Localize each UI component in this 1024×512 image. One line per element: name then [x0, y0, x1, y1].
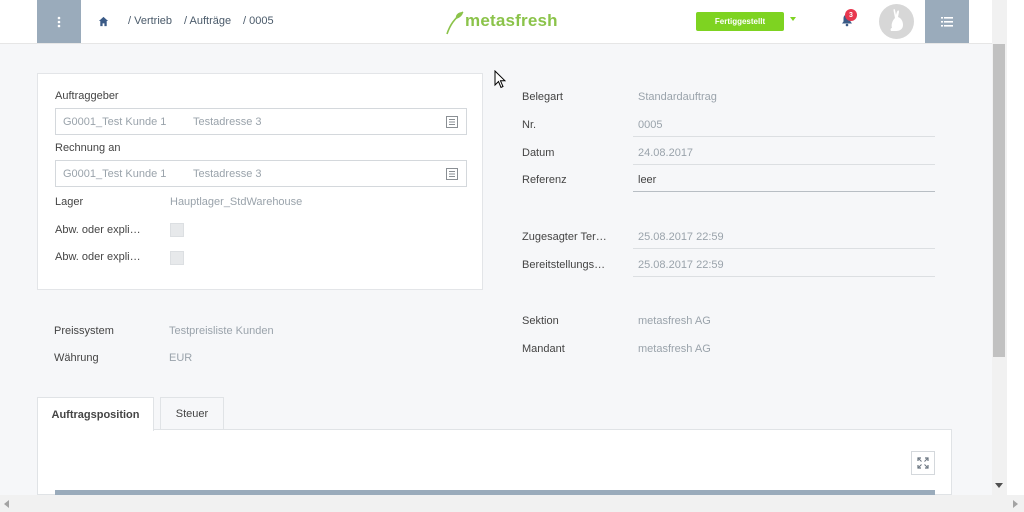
bereitstellung-value[interactable]: 25.08.2017 22:59: [638, 259, 724, 271]
zugesagt-value[interactable]: 25.08.2017 22:59: [638, 231, 724, 243]
sektion-value[interactable]: metasfresh AG: [638, 315, 711, 327]
rechnung-field[interactable]: G0001_Test Kunde 1 Testadresse 3: [55, 160, 467, 187]
bereitstellung-label: Bereitstellungs…: [522, 259, 606, 271]
side-list-button[interactable]: [925, 0, 969, 43]
datum-value[interactable]: 24.08.2017: [638, 147, 693, 159]
leaf-logo-icon: [446, 11, 464, 35]
abw2-label: Abw. oder expli…: [55, 251, 141, 263]
belegart-label: Belegart: [522, 91, 563, 103]
belegart-value[interactable]: Standardauftrag: [638, 91, 717, 103]
bereitstellung-underline: [633, 276, 935, 277]
datum-label: Datum: [522, 147, 555, 159]
list-icon: [941, 16, 953, 27]
doc-status-button[interactable]: Fertiggestellt: [696, 12, 784, 31]
nr-underline: [633, 136, 935, 137]
zugesagt-label: Zugesagter Ter…: [522, 231, 607, 243]
rechnung-address: Testadresse 3: [193, 168, 262, 180]
mouse-cursor-icon: [494, 70, 506, 89]
metasfresh-logo: metasfresh: [444, 9, 569, 37]
referenz-input[interactable]: leer: [638, 174, 656, 186]
abw2-checkbox[interactable]: [170, 251, 184, 265]
app-header: / Vertrieb / Aufträge / 0005 metasfresh …: [0, 0, 992, 44]
breadcrumb-vertrieb[interactable]: / Vertrieb: [128, 15, 172, 27]
scroll-left-arrow-icon[interactable]: [4, 500, 9, 508]
rabbit-avatar-icon: [890, 9, 903, 31]
abw1-checkbox[interactable]: [170, 223, 184, 237]
home-icon[interactable]: [98, 16, 109, 27]
auftraggeber-partner: G0001_Test Kunde 1: [63, 116, 167, 128]
document-main: Auftraggeber G0001_Test Kunde 1 Testadre…: [0, 44, 992, 496]
fullscreen-button[interactable]: [911, 451, 935, 475]
rechnung-partner: G0001_Test Kunde 1: [63, 168, 167, 180]
expand-icon: [917, 457, 929, 469]
nr-label: Nr.: [522, 119, 537, 131]
referenz-label: Referenz: [522, 174, 567, 186]
window-edge: [1007, 0, 1024, 495]
notification-count-badge: 3: [845, 9, 857, 21]
auftraggeber-address: Testadresse 3: [193, 116, 262, 128]
tab-content-panel: [37, 429, 952, 496]
user-avatar[interactable]: [879, 4, 914, 39]
scroll-down-arrow-icon[interactable]: [995, 483, 1003, 488]
vertical-scroll-thumb[interactable]: [993, 44, 1005, 357]
menu-icon-button[interactable]: [37, 0, 81, 43]
lookup-list-icon[interactable]: [446, 168, 458, 180]
lager-value[interactable]: Hauptlager_StdWarehouse: [170, 196, 302, 208]
sektion-label: Sektion: [522, 315, 559, 327]
nr-value[interactable]: 0005: [638, 119, 662, 131]
kebab-menu-icon: [57, 16, 61, 27]
waehrung-label: Währung: [54, 352, 99, 364]
horizontal-scrollbar[interactable]: [0, 495, 1024, 512]
preissystem-label: Preissystem: [54, 325, 114, 337]
breadcrumb-document-no[interactable]: / 0005: [243, 15, 274, 27]
mandant-value[interactable]: metasfresh AG: [638, 343, 711, 355]
mandant-label: Mandant: [522, 343, 565, 355]
abw1-label: Abw. oder expli…: [55, 224, 141, 236]
zugesagt-underline: [633, 248, 935, 249]
auftraggeber-label: Auftraggeber: [55, 90, 119, 102]
lookup-list-icon[interactable]: [446, 116, 458, 128]
breadcrumb-auftraege[interactable]: / Aufträge: [184, 15, 231, 27]
scroll-right-arrow-icon[interactable]: [1013, 500, 1018, 508]
logo-text: metasfresh: [465, 11, 558, 30]
referenz-underline: [633, 191, 935, 192]
tab-steuer[interactable]: Steuer: [160, 397, 224, 430]
datum-underline: [633, 164, 935, 165]
rechnung-label: Rechnung an: [55, 142, 121, 154]
status-dropdown-caret-icon[interactable]: [790, 17, 796, 21]
waehrung-value[interactable]: EUR: [169, 352, 192, 364]
auftraggeber-field[interactable]: G0001_Test Kunde 1 Testadresse 3: [55, 108, 467, 135]
partner-panel: Auftraggeber G0001_Test Kunde 1 Testadre…: [37, 73, 483, 290]
preissystem-value[interactable]: Testpreisliste Kunden: [169, 325, 274, 337]
lager-label: Lager: [55, 196, 84, 208]
tab-auftragsposition[interactable]: Auftragsposition: [37, 397, 154, 431]
